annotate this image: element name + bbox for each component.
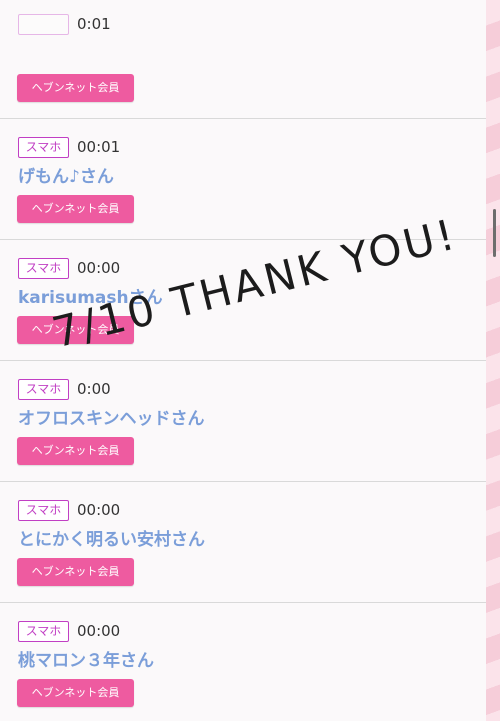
heaven-net-member-button[interactable]: ヘブンネット会員: [17, 195, 134, 223]
access-time: 00:01: [77, 138, 121, 156]
scrollbar-thumb[interactable]: [493, 209, 496, 257]
access-time: 0:01: [77, 15, 111, 33]
heaven-net-member-button[interactable]: ヘブンネット会員: [17, 74, 134, 102]
heaven-net-member-button[interactable]: ヘブンネット会員: [17, 558, 134, 586]
list-item: スマホ 00:00 桃マロン３年さん ヘブンネット会員: [0, 604, 486, 724]
device-badge: スマホ: [18, 379, 69, 400]
visitor-name[interactable]: げもん♪さん: [18, 166, 114, 188]
heaven-net-member-button[interactable]: ヘブンネット会員: [17, 679, 134, 707]
access-time: 0:00: [77, 380, 111, 398]
visitor-name[interactable]: オフロスキンヘッドさん: [18, 408, 205, 430]
device-badge: スマホ: [18, 137, 69, 158]
device-badge: スマホ: [18, 500, 69, 521]
device-badge: スマホ: [18, 258, 69, 279]
visitor-name[interactable]: とにかく明るい安村さん: [18, 529, 205, 551]
device-badge: スマホ: [18, 621, 69, 642]
decorative-side-strip: [486, 0, 500, 721]
list-item: スマホ 0:00 オフロスキンヘッドさん ヘブンネット会員: [0, 362, 486, 482]
access-time: 00:00: [77, 501, 121, 519]
list-item: 0:01 ヘブンネット会員: [0, 0, 486, 119]
access-time: 00:00: [77, 622, 121, 640]
device-badge: [18, 14, 69, 35]
heaven-net-member-button[interactable]: ヘブンネット会員: [17, 437, 134, 465]
visitor-name[interactable]: 桃マロン３年さん: [18, 650, 154, 672]
access-time: 00:00: [77, 259, 121, 277]
list-item: スマホ 00:00 とにかく明るい安村さん ヘブンネット会員: [0, 483, 486, 603]
